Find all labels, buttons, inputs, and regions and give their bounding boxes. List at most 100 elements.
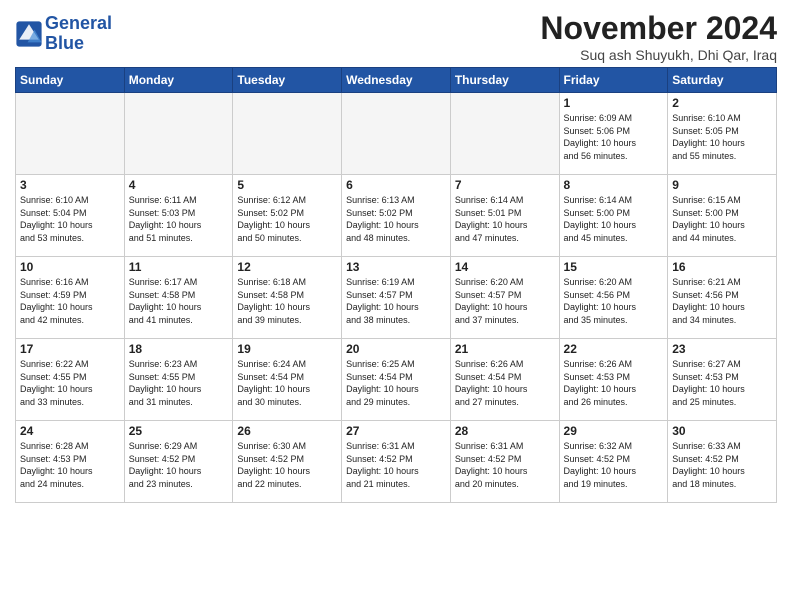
day-number: 1 xyxy=(564,96,664,110)
day-number: 14 xyxy=(455,260,555,274)
day-info: Sunrise: 6:20 AM Sunset: 4:57 PM Dayligh… xyxy=(455,276,555,326)
weekday-header-row: SundayMondayTuesdayWednesdayThursdayFrid… xyxy=(16,68,777,93)
calendar-cell: 11 Sunrise: 6:17 AM Sunset: 4:58 PM Dayli… xyxy=(124,257,233,339)
location-subtitle: Suq ash Shuyukh, Dhi Qar, Iraq xyxy=(540,47,777,63)
calendar-cell: 25Sunrise: 6:29 AM Sunset: 4:52 PM Dayli… xyxy=(124,421,233,503)
day-info: Sunrise: 6:14 AM Sunset: 5:01 PM Dayligh… xyxy=(455,194,555,244)
logo-line1: General xyxy=(45,13,112,33)
day-info: Sunrise: 6:17 AM Sunset: 4:58 PM Dayligh… xyxy=(129,276,229,326)
logo-line2: Blue xyxy=(45,33,84,53)
day-number: 9 xyxy=(672,178,772,192)
calendar-cell: 13 Sunrise: 6:19 AM Sunset: 4:57 PM Dayli… xyxy=(342,257,451,339)
calendar-cell: 27 Sunrise: 6:31 AM Sunset: 4:52 PM Dayli… xyxy=(342,421,451,503)
logo-text: General Blue xyxy=(45,14,112,54)
day-info: Sunrise: 6:20 AM Sunset: 4:56 PM Dayligh… xyxy=(564,276,664,326)
day-number: 19 xyxy=(237,342,337,356)
month-title: November 2024 xyxy=(540,10,777,47)
calendar-cell xyxy=(16,93,125,175)
calendar-week-2: 3Sunrise: 6:10 AM Sunset: 5:04 PM Daylig… xyxy=(16,175,777,257)
day-number: 10 xyxy=(20,260,120,274)
day-info: Sunrise: 6:10 AM Sunset: 5:05 PM Dayligh… xyxy=(672,112,772,162)
calendar-cell: 19 Sunrise: 6:24 AM Sunset: 4:54 PM Dayli… xyxy=(233,339,342,421)
calendar-cell: 23Sunrise: 6:27 AM Sunset: 4:53 PM Dayli… xyxy=(668,339,777,421)
calendar-cell xyxy=(450,93,559,175)
calendar-cell xyxy=(342,93,451,175)
calendar-cell xyxy=(233,93,342,175)
day-info: Sunrise: 6:21 AM Sunset: 4:56 PM Dayligh… xyxy=(672,276,772,326)
day-number: 11 xyxy=(129,260,229,274)
day-info: Sunrise: 6:18 AM Sunset: 4:58 PM Dayligh… xyxy=(237,276,337,326)
day-info: Sunrise: 6:30 AM Sunset: 4:52 PM Dayligh… xyxy=(237,440,337,490)
calendar-cell: 21 Sunrise: 6:26 AM Sunset: 4:54 PM Dayli… xyxy=(450,339,559,421)
day-number: 30 xyxy=(672,424,772,438)
day-number: 22 xyxy=(564,342,664,356)
day-number: 7 xyxy=(455,178,555,192)
calendar-cell: 3Sunrise: 6:10 AM Sunset: 5:04 PM Daylig… xyxy=(16,175,125,257)
day-info: Sunrise: 6:26 AM Sunset: 4:54 PM Dayligh… xyxy=(455,358,555,408)
day-number: 23 xyxy=(672,342,772,356)
day-number: 16 xyxy=(672,260,772,274)
calendar-cell: 20Sunrise: 6:25 AM Sunset: 4:54 PM Dayli… xyxy=(342,339,451,421)
logo-icon xyxy=(15,20,43,48)
calendar-cell: 18Sunrise: 6:23 AM Sunset: 4:55 PM Dayli… xyxy=(124,339,233,421)
day-info: Sunrise: 6:11 AM Sunset: 5:03 PM Dayligh… xyxy=(129,194,229,244)
day-info: Sunrise: 6:14 AM Sunset: 5:00 PM Dayligh… xyxy=(564,194,664,244)
weekday-header-tuesday: Tuesday xyxy=(233,68,342,93)
calendar-cell: 24 Sunrise: 6:28 AM Sunset: 4:53 PM Dayli… xyxy=(16,421,125,503)
calendar-cell: 16 Sunrise: 6:21 AM Sunset: 4:56 PM Dayli… xyxy=(668,257,777,339)
day-number: 12 xyxy=(237,260,337,274)
day-number: 24 xyxy=(20,424,120,438)
calendar-week-1: 1 Sunrise: 6:09 AM Sunset: 5:06 PM Daylig… xyxy=(16,93,777,175)
day-info: Sunrise: 6:19 AM Sunset: 4:57 PM Dayligh… xyxy=(346,276,446,326)
weekday-header-saturday: Saturday xyxy=(668,68,777,93)
day-info: Sunrise: 6:09 AM Sunset: 5:06 PM Dayligh… xyxy=(564,112,664,162)
day-number: 21 xyxy=(455,342,555,356)
calendar-cell: 29 Sunrise: 6:32 AM Sunset: 4:52 PM Dayli… xyxy=(559,421,668,503)
calendar-cell: 10Sunrise: 6:16 AM Sunset: 4:59 PM Dayli… xyxy=(16,257,125,339)
calendar-cell: 7 Sunrise: 6:14 AM Sunset: 5:01 PM Daylig… xyxy=(450,175,559,257)
calendar-cell: 28 Sunrise: 6:31 AM Sunset: 4:52 PM Dayli… xyxy=(450,421,559,503)
day-info: Sunrise: 6:23 AM Sunset: 4:55 PM Dayligh… xyxy=(129,358,229,408)
calendar-cell: 4Sunrise: 6:11 AM Sunset: 5:03 PM Daylig… xyxy=(124,175,233,257)
day-number: 27 xyxy=(346,424,446,438)
weekday-header-monday: Monday xyxy=(124,68,233,93)
weekday-header-thursday: Thursday xyxy=(450,68,559,93)
weekday-header-sunday: Sunday xyxy=(16,68,125,93)
day-info: Sunrise: 6:24 AM Sunset: 4:54 PM Dayligh… xyxy=(237,358,337,408)
calendar-cell: 15Sunrise: 6:20 AM Sunset: 4:56 PM Dayli… xyxy=(559,257,668,339)
day-number: 28 xyxy=(455,424,555,438)
day-number: 26 xyxy=(237,424,337,438)
calendar-cell: 22Sunrise: 6:26 AM Sunset: 4:53 PM Dayli… xyxy=(559,339,668,421)
calendar-cell xyxy=(124,93,233,175)
day-info: Sunrise: 6:33 AM Sunset: 4:52 PM Dayligh… xyxy=(672,440,772,490)
weekday-header-friday: Friday xyxy=(559,68,668,93)
logo: General Blue xyxy=(15,14,112,54)
day-number: 13 xyxy=(346,260,446,274)
calendar-cell: 17Sunrise: 6:22 AM Sunset: 4:55 PM Dayli… xyxy=(16,339,125,421)
day-number: 17 xyxy=(20,342,120,356)
day-info: Sunrise: 6:28 AM Sunset: 4:53 PM Dayligh… xyxy=(20,440,120,490)
day-info: Sunrise: 6:31 AM Sunset: 4:52 PM Dayligh… xyxy=(346,440,446,490)
day-info: Sunrise: 6:25 AM Sunset: 4:54 PM Dayligh… xyxy=(346,358,446,408)
day-info: Sunrise: 6:32 AM Sunset: 4:52 PM Dayligh… xyxy=(564,440,664,490)
day-info: Sunrise: 6:31 AM Sunset: 4:52 PM Dayligh… xyxy=(455,440,555,490)
title-block: November 2024 Suq ash Shuyukh, Dhi Qar, … xyxy=(540,10,777,63)
calendar-cell: 1 Sunrise: 6:09 AM Sunset: 5:06 PM Daylig… xyxy=(559,93,668,175)
day-number: 5 xyxy=(237,178,337,192)
day-number: 29 xyxy=(564,424,664,438)
page-container: General Blue November 2024 Suq ash Shuyu… xyxy=(0,0,792,508)
calendar-week-4: 17Sunrise: 6:22 AM Sunset: 4:55 PM Dayli… xyxy=(16,339,777,421)
calendar-cell: 5 Sunrise: 6:12 AM Sunset: 5:02 PM Daylig… xyxy=(233,175,342,257)
day-number: 25 xyxy=(129,424,229,438)
calendar-cell: 26 Sunrise: 6:30 AM Sunset: 4:52 PM Dayli… xyxy=(233,421,342,503)
calendar-table: SundayMondayTuesdayWednesdayThursdayFrid… xyxy=(15,67,777,503)
calendar-week-5: 24 Sunrise: 6:28 AM Sunset: 4:53 PM Dayli… xyxy=(16,421,777,503)
calendar-cell: 2Sunrise: 6:10 AM Sunset: 5:05 PM Daylig… xyxy=(668,93,777,175)
day-info: Sunrise: 6:10 AM Sunset: 5:04 PM Dayligh… xyxy=(20,194,120,244)
day-info: Sunrise: 6:13 AM Sunset: 5:02 PM Dayligh… xyxy=(346,194,446,244)
weekday-header-wednesday: Wednesday xyxy=(342,68,451,93)
header: General Blue November 2024 Suq ash Shuyu… xyxy=(15,10,777,63)
day-number: 8 xyxy=(564,178,664,192)
calendar-cell: 6Sunrise: 6:13 AM Sunset: 5:02 PM Daylig… xyxy=(342,175,451,257)
day-info: Sunrise: 6:12 AM Sunset: 5:02 PM Dayligh… xyxy=(237,194,337,244)
